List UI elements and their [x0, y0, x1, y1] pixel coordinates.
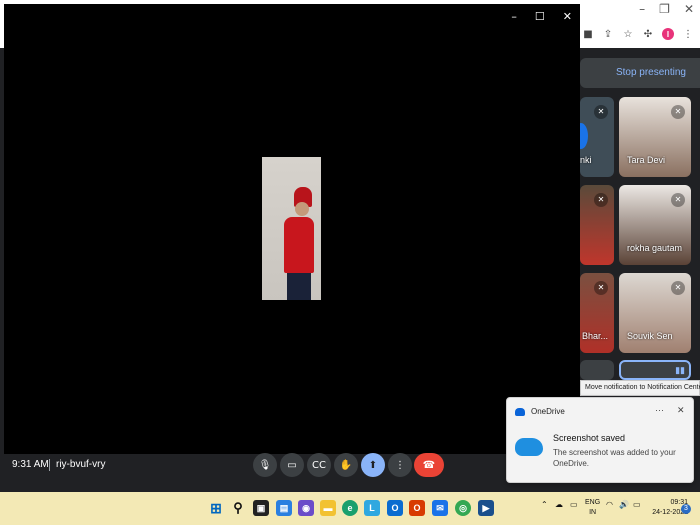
more-icon[interactable]: ··· [655, 405, 664, 415]
participant-tile[interactable]: ✕ Tara Devi [619, 97, 691, 177]
close-icon[interactable]: ✕ [563, 10, 572, 23]
participant-tile[interactable]: ✕ rokha gautam [619, 185, 691, 265]
raise-hand-button[interactable]: ✋ [334, 453, 358, 477]
notification-app-name: OneDrive [531, 407, 565, 416]
mic-off-icon: ✕ [594, 193, 608, 207]
captions-button[interactable]: CC [307, 453, 331, 477]
media-player-icon[interactable]: ▶ [478, 500, 494, 516]
volume-icon[interactable]: 🔊 [619, 500, 629, 509]
leave-call-button[interactable]: ☎ [414, 453, 444, 477]
divider [49, 459, 50, 471]
edge-icon[interactable]: e [342, 500, 358, 516]
mic-off-icon: ✕ [594, 281, 608, 295]
start-icon[interactable]: ⊞ [208, 500, 224, 516]
camera-button[interactable]: ▭ [280, 453, 304, 477]
presented-photo [262, 157, 321, 300]
mic-off-icon: ✕ [671, 193, 685, 207]
extensions-icon[interactable]: ✣ [642, 28, 654, 40]
more-options-button[interactable]: ⋮ [388, 453, 412, 477]
presentation-window: – ☐ ✕ [4, 4, 580, 454]
cloud-icon[interactable]: ☁ [555, 500, 563, 509]
mic-icon: 🎙 [258, 459, 272, 471]
search-icon[interactable]: ⚲ [230, 500, 246, 516]
close-icon[interactable]: ✕ [684, 2, 694, 16]
captions-icon: CC [312, 459, 326, 471]
hang-up-icon: ☎ [422, 459, 436, 471]
participant-tile[interactable] [580, 360, 614, 380]
widgets-icon[interactable]: ▤ [276, 500, 292, 516]
camera-icon[interactable]: ■ [582, 28, 594, 40]
notification-count-badge[interactable]: 3 [681, 504, 691, 514]
onedrive-icon [515, 408, 525, 416]
participant-name: Tara Devi [627, 155, 666, 165]
star-icon[interactable]: ☆ [622, 28, 634, 40]
office-icon[interactable]: O [409, 500, 425, 516]
kebab-menu-icon[interactable]: ⋮ [682, 28, 694, 40]
mic-off-icon: ✕ [594, 105, 608, 119]
outlook-icon[interactable]: O [387, 500, 403, 516]
participant-name: rokha gautam [627, 243, 683, 253]
self-tile[interactable]: ▮▮ [619, 360, 691, 380]
onedrive-cloud-icon [515, 438, 543, 456]
browser-window-controls: – ❐ ✕ [639, 2, 694, 16]
lens-app-icon[interactable]: L [364, 500, 380, 516]
mic-off-icon: ✕ [671, 105, 685, 119]
webcam-icon[interactable]: ▭ [570, 500, 578, 509]
meeting-code: riy-bvuf-vry [56, 459, 106, 470]
participant-name: nki [580, 155, 592, 165]
speaking-icon: ▮▮ [675, 365, 685, 375]
profile-avatar[interactable]: I [662, 28, 674, 40]
close-icon[interactable]: ✕ [677, 405, 685, 416]
participant-tile[interactable]: ✕ nki [580, 97, 614, 177]
presentation-window-controls: – ☐ ✕ [511, 10, 572, 23]
participant-name: Souvik Sen [627, 331, 673, 341]
kebab-menu-icon: ⋮ [395, 459, 405, 471]
teams-chat-icon[interactable]: ◉ [298, 500, 314, 516]
stop-presenting-button[interactable]: Stop presenting [580, 58, 700, 88]
toast-notification[interactable]: OneDrive ··· ✕ Screenshot saved The scre… [506, 397, 694, 483]
restore-icon[interactable]: ❐ [659, 2, 670, 16]
minimize-icon[interactable]: – [639, 2, 645, 16]
wifi-icon[interactable]: ◠ [606, 500, 613, 509]
hand-icon: ✋ [339, 459, 353, 471]
screen: – ❐ ✕ ■ ⇪ ☆ ✣ I ⋮ Stop presenting ✕ nki … [0, 0, 700, 525]
mail-icon[interactable]: ✉ [432, 500, 448, 516]
participant-name: Bhar... [582, 331, 609, 341]
task-view-icon[interactable]: ▣ [253, 500, 269, 516]
avatar [580, 123, 588, 149]
present-button[interactable]: ⬆ [361, 453, 385, 477]
minimize-icon[interactable]: – [511, 10, 517, 23]
tooltip: Move notification to Notification Center [580, 380, 700, 396]
chrome-icon[interactable]: ◎ [455, 500, 471, 516]
browser-toolbar: ■ ⇪ ☆ ✣ I ⋮ [582, 28, 694, 40]
participant-tile[interactable]: ✕ [580, 185, 614, 265]
participant-tile[interactable]: ✕ Bhar... [580, 273, 614, 353]
mic-off-icon: ✕ [671, 281, 685, 295]
language-indicator[interactable]: ENG IN [585, 498, 600, 518]
stop-presenting-label: Stop presenting [615, 67, 686, 78]
notification-title: Screenshot saved [553, 433, 626, 443]
meeting-time: 9:31 AM [12, 459, 49, 470]
participant-tile[interactable]: ✕ Souvik Sen [619, 273, 691, 353]
present-icon: ⬆ [368, 459, 378, 471]
notification-body: The screenshot was added to your OneDriv… [553, 448, 676, 468]
share-icon[interactable]: ⇪ [602, 28, 614, 40]
video-icon: ▭ [287, 459, 297, 471]
battery-icon[interactable]: ▭ [633, 500, 641, 509]
maximize-icon[interactable]: ☐ [535, 10, 545, 23]
taskbar: ⊞ ⚲ ▣ ▤ ◉ ▬ e L O O ✉ ◎ ▶ ⌃ ☁ ▭ ENG IN ◠… [0, 492, 700, 525]
file-explorer-icon[interactable]: ▬ [320, 500, 336, 516]
mic-button[interactable]: 🎙 [253, 453, 277, 477]
chevron-up-icon[interactable]: ⌃ [541, 500, 548, 509]
